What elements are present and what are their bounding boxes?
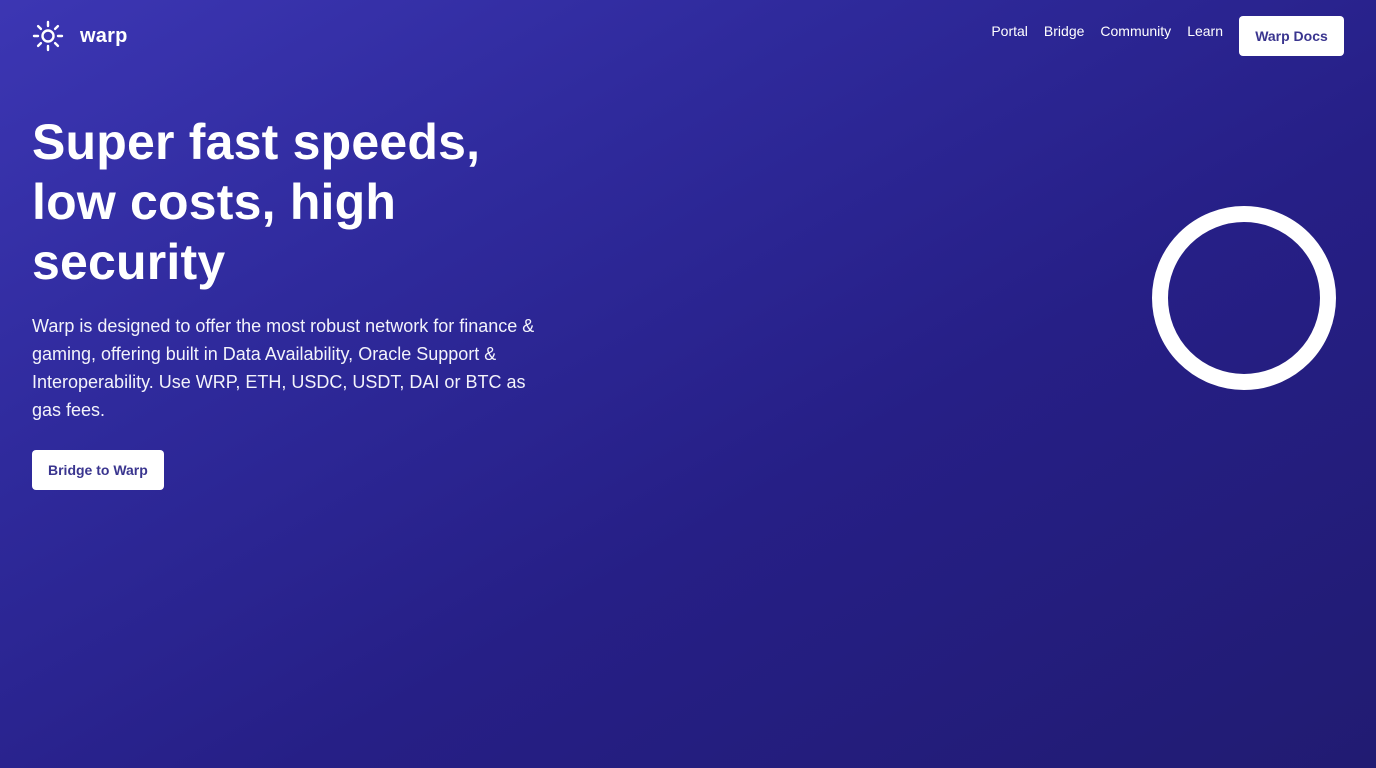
nav-link-portal[interactable]: Portal	[991, 21, 1028, 41]
hero-title: Super fast speeds, low costs, high secur…	[32, 114, 481, 290]
nav-link-community[interactable]: Community	[1100, 21, 1171, 41]
sun-icon	[32, 20, 64, 52]
hero-section: Super fast speeds, low costs, high secur…	[32, 112, 572, 490]
nav-link-bridge[interactable]: Bridge	[1044, 21, 1084, 41]
hero-description: Warp is designed to offer the most robus…	[32, 316, 535, 420]
brand-logo-link[interactable]: warp	[32, 20, 127, 52]
brand-name: warp	[80, 25, 128, 47]
ring-graphic	[1152, 206, 1336, 390]
nav-link-learn[interactable]: Learn	[1187, 21, 1223, 41]
main-nav: Portal Bridge Community Learn Warp Docs	[991, 16, 1344, 56]
landing-page: warp Portal Bridge Community Learn Warp …	[0, 0, 1376, 768]
site-header: warp Portal Bridge Community Learn Warp …	[0, 0, 1376, 72]
warp-docs-button[interactable]: Warp Docs	[1239, 16, 1344, 56]
bridge-to-warp-button[interactable]: Bridge to Warp	[32, 450, 164, 490]
